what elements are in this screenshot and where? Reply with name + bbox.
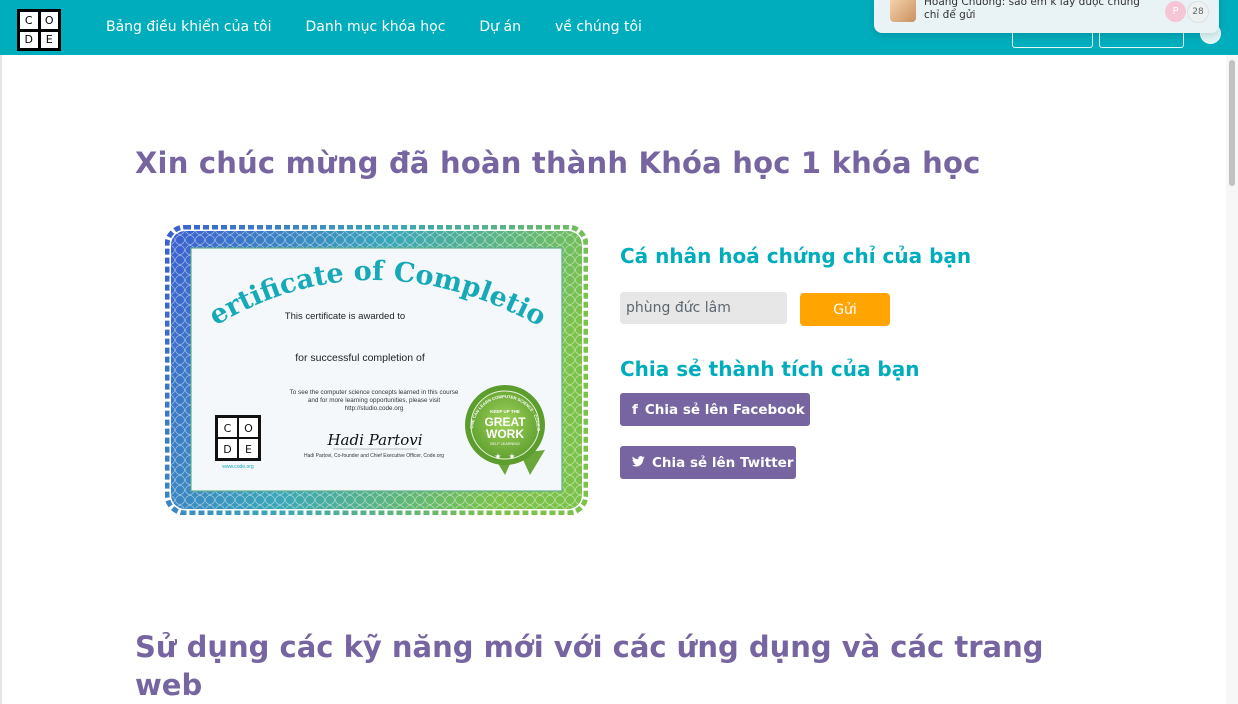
svg-text:O: O bbox=[244, 422, 253, 435]
cert-awarded-text: This certificate is awarded to bbox=[285, 311, 405, 322]
nav-projects[interactable]: Dự án bbox=[479, 19, 521, 35]
certificate-name-input[interactable] bbox=[620, 292, 787, 324]
notification-count-badge: 28 bbox=[1187, 1, 1209, 23]
cert-info-line: http://studio.code.org bbox=[345, 405, 404, 412]
twitter-icon bbox=[631, 455, 645, 471]
submit-name-button[interactable]: Gửi bbox=[800, 293, 890, 326]
nav-course-catalog[interactable]: Danh mục khóa học bbox=[305, 19, 445, 35]
main-nav: Bảng điều khiển của tôi Danh mục khóa họ… bbox=[106, 19, 642, 35]
share-twitter-button[interactable]: Chia sẻ lên Twitter bbox=[620, 446, 796, 479]
svg-text:D: D bbox=[223, 443, 231, 456]
cert-signer-text: Hadi Partovi, Co-founder and Chief Execu… bbox=[304, 453, 444, 459]
svg-text:www.code.org: www.code.org bbox=[222, 464, 254, 470]
page-title: Xin chúc mừng đã hoàn thành Khóa học 1 k… bbox=[135, 146, 981, 180]
facebook-icon: f bbox=[632, 401, 638, 418]
certificate-image: Certificate of Completion This certifica… bbox=[165, 225, 588, 515]
notification-text: Hoàng Chương: sao em k lấy được chứng ch… bbox=[924, 0, 1140, 21]
logo-letter: C bbox=[20, 12, 38, 29]
cert-completion-text: for successful completion of bbox=[295, 352, 425, 364]
svg-text:SELF LEARNING: SELF LEARNING bbox=[490, 442, 520, 446]
svg-text:WORK: WORK bbox=[486, 427, 524, 441]
message-notification[interactable]: Hoàng Chương: sao em k lấy được chứng ch… bbox=[874, 0, 1219, 33]
share-twitter-label: Chia sẻ lên Twitter bbox=[652, 454, 794, 471]
svg-text:KEEP UP THE: KEEP UP THE bbox=[490, 409, 520, 414]
share-heading: Chia sẻ thành tích của bạn bbox=[620, 357, 920, 381]
app-icon bbox=[890, 0, 916, 22]
personalize-heading: Cá nhân hoá chứng chỉ của bạn bbox=[620, 244, 972, 268]
svg-text:C: C bbox=[224, 422, 232, 435]
scrollbar-thumb[interactable] bbox=[1229, 60, 1235, 186]
nav-dashboard[interactable]: Bảng điều khiển của tôi bbox=[106, 19, 271, 35]
signature: Hadi Partovi bbox=[326, 431, 422, 449]
share-facebook-button[interactable]: f Chia sẻ lên Facebook bbox=[620, 393, 810, 426]
share-facebook-label: Chia sẻ lên Facebook bbox=[644, 401, 805, 418]
apps-section-title: Sử dụng các kỹ năng mới với các ứng dụng… bbox=[135, 630, 1044, 702]
sender-avatar: P bbox=[1165, 1, 1186, 22]
cert-info-line: and for more learning opportunities, ple… bbox=[308, 397, 441, 404]
cert-info-line: To see the computer science concepts lea… bbox=[290, 389, 459, 396]
logo-letter: E bbox=[40, 31, 58, 48]
code-org-logo[interactable]: C O D E bbox=[17, 9, 61, 51]
logo-letter: O bbox=[40, 12, 58, 29]
nav-about-us[interactable]: về chúng tôi bbox=[555, 19, 642, 35]
svg-text:★: ★ bbox=[494, 452, 501, 461]
svg-text:★: ★ bbox=[508, 452, 515, 461]
page-edge bbox=[0, 55, 2, 704]
logo-letter: D bbox=[20, 31, 38, 48]
svg-text:E: E bbox=[245, 443, 252, 456]
